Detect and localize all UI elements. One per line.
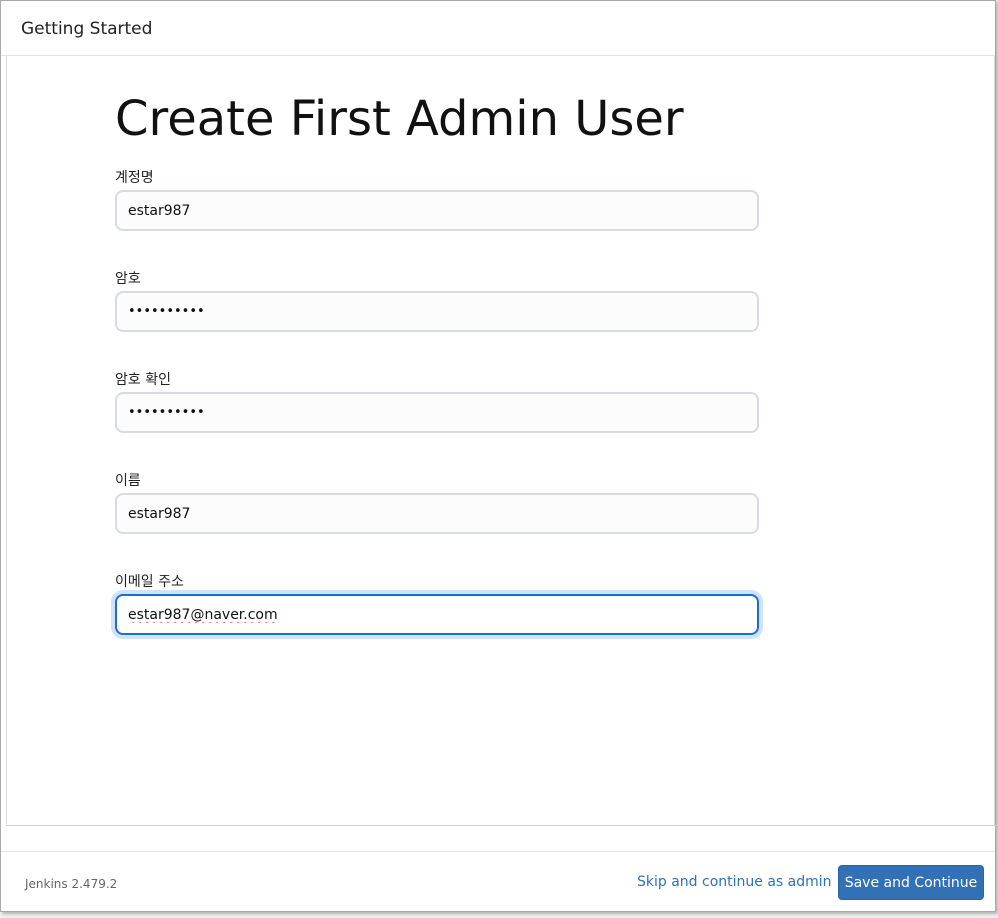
fullname-label: 이름 xyxy=(115,473,141,489)
skip-continue-link[interactable]: Skip and continue as admin xyxy=(637,874,832,890)
save-continue-button[interactable]: Save and Continue xyxy=(838,865,984,900)
email-input[interactable] xyxy=(115,594,759,635)
username-input[interactable] xyxy=(115,190,759,231)
content-right-border xyxy=(994,56,995,826)
password-confirm-input[interactable] xyxy=(115,392,759,433)
version-label: Jenkins 2.479.2 xyxy=(25,877,118,891)
username-label: 계정명 xyxy=(115,170,154,186)
fullname-input[interactable] xyxy=(115,493,759,534)
dialog-title: Getting Started xyxy=(21,19,153,39)
password-input[interactable] xyxy=(115,291,759,332)
page-title: Create First Admin User xyxy=(115,91,684,147)
setup-dialog: Getting Started Create First Admin User … xyxy=(0,0,996,912)
dialog-header: Getting Started xyxy=(1,1,995,56)
content-left-border xyxy=(6,56,7,826)
email-label: 이메일 주소 xyxy=(115,574,184,590)
dialog-footer: Jenkins 2.479.2 Skip and continue as adm… xyxy=(1,851,995,911)
password-label: 암호 xyxy=(115,271,141,287)
footer-divider xyxy=(6,825,996,826)
password-confirm-label: 암호 확인 xyxy=(115,372,171,388)
